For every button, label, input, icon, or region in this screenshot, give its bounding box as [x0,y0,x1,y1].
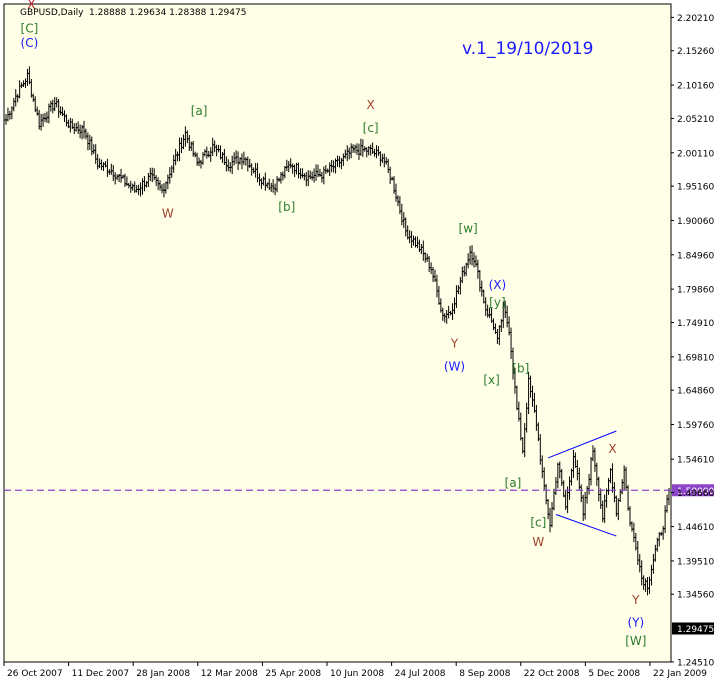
y-tick-label: 1.39510 [677,557,714,567]
current-price-label: 1.29475 [677,625,714,635]
y-tick-label: 1.95160 [677,183,714,193]
y-tick-label: 1.90060 [677,217,714,227]
version-label: v.1_19/10/2019 [462,39,593,59]
wave-label: [y] [489,295,505,309]
y-tick-label: 2.15260 [677,47,714,57]
x-tick-label: 8 Sep 2008 [459,669,511,679]
y-tick-label: 1.24510 [677,658,714,668]
wave-label: (W) [444,359,465,373]
wave-label: [a] [505,476,522,490]
y-tick-label: 2.00110 [677,149,714,159]
x-tick-label: 22 Oct 2008 [524,669,580,679]
wave-label: W [532,535,544,549]
wave-label: X [608,442,616,456]
price-chart[interactable]: 1.50000 X[C](C)W[a][b]X[c][w](X)[y]Y(W)[… [0,0,720,685]
ohlc-values: 1.28888 1.29634 1.28388 1.29475 [89,8,246,18]
symbol-label: GBPUSD,Daily [20,8,84,18]
x-tick-label: 5 Dec 2008 [588,669,640,679]
y-tick-label: 1.44610 [677,523,714,533]
wave-label: [b] [278,200,295,214]
time-axis: 26 Oct 2007 11 Dec 2007 28 Jan 2008 12 Mar … [3,662,707,679]
y-tick-label: 1.84960 [677,251,714,261]
x-tick-label: 11 Dec 2007 [72,669,130,679]
wave-label: [C] [21,21,39,35]
chart-window: 1.50000 X [C] (C) W [a] [b] X [c] [w] (X) [y] Y (W)[… [0,0,720,685]
y-tick-label: 1.54610 [677,456,714,466]
wave-label: [W] [625,634,646,648]
x-tick-label: 28 Jan 2008 [136,669,190,679]
y-tick-label: 2.10160 [677,82,714,92]
x-tick-label: 22 Jan 2009 [653,669,707,679]
x-tick-label: 12 Mar 2008 [201,669,258,679]
y-tick-label: 2.05210 [677,115,714,125]
wave-label: Y [450,336,459,350]
wave-label: [c] [363,121,379,135]
x-tick-label: 10 Jun 2008 [330,669,384,679]
wave-label: (X) [489,278,507,292]
wave-label: X [367,98,375,112]
x-tick-label: 26 Oct 2007 [7,669,63,679]
y-tick-label: 1.49660 [677,489,714,499]
y-tick-label: 1.59760 [677,421,714,431]
wave-label: [b] [512,361,529,375]
wave-label: [c] [530,516,546,530]
y-tick-label: 2.20210 [677,14,714,24]
wave-label: W [162,206,174,220]
y-tick-label: 1.69810 [677,353,714,363]
plot-area [3,3,672,663]
x-tick-label: 24 Jul 2008 [395,669,446,679]
wave-label: (C) [21,36,39,50]
y-tick-label: 1.79860 [677,286,714,296]
wave-label: [w] [459,221,478,235]
x-tick-label: 25 Apr 2008 [265,669,321,679]
y-tick-label: 1.34560 [677,591,714,601]
wave-label: Y [631,593,640,607]
y-tick-label: 1.64860 [677,387,714,397]
wave-label: [a] [191,104,208,118]
wave-label: (Y) [627,615,644,629]
wave-label: [x] [483,373,499,387]
y-tick-label: 1.74910 [677,319,714,329]
